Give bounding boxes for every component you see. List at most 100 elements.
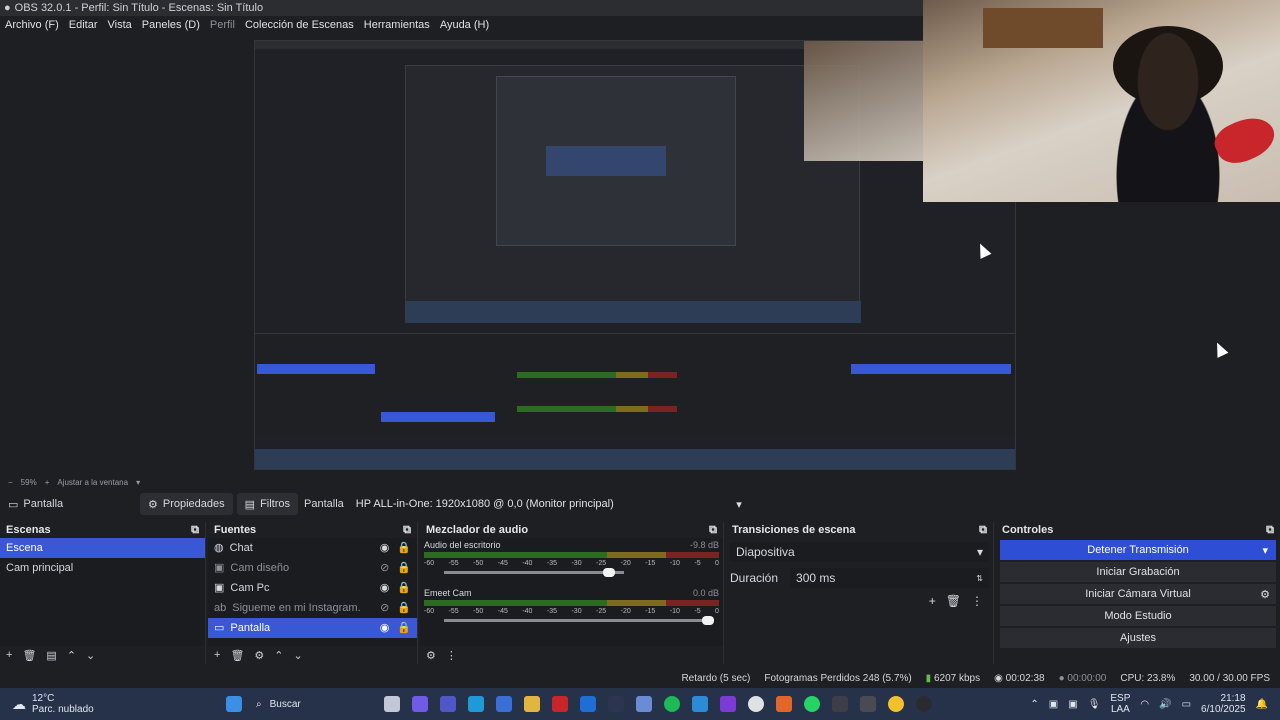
add-icon[interactable]: + [929, 594, 936, 608]
arrow-up-icon[interactable]: ⌃ [274, 649, 283, 662]
menu-file[interactable]: Archivo (F) [0, 16, 64, 34]
app-icon[interactable] [552, 696, 568, 712]
virtual-cam-button[interactable]: Iniciar Cámara Virtual ⚙ [1000, 584, 1276, 604]
settings-button[interactable]: Ajustes [1000, 628, 1276, 648]
dock-float-icon[interactable]: ⧉ [979, 522, 987, 538]
dock-float-icon[interactable]: ⧉ [709, 522, 717, 538]
monitor-select[interactable]: HP ALL-in-One: 1920x1080 @ 0,0 (Monitor … [349, 494, 748, 514]
eye-off-icon[interactable]: ⊘ [380, 558, 389, 578]
scene-item-cam-principal[interactable]: Cam principal [0, 558, 205, 578]
transition-select[interactable]: Diapositiva ▾ [730, 542, 989, 562]
menu-scene-collection[interactable]: Colección de Escenas [240, 16, 359, 34]
trash-icon[interactable]: 🗑 [22, 649, 36, 662]
start-recording-button[interactable]: Iniciar Grabación [1000, 562, 1276, 582]
volume-slider[interactable] [444, 568, 624, 577]
tray-app-icon[interactable]: ▣ [1049, 699, 1058, 710]
store-icon[interactable] [496, 696, 512, 712]
lock-icon[interactable]: 🔒 [397, 538, 411, 558]
taskbar-search[interactable]: ⌕ Buscar [248, 693, 378, 715]
teams-icon[interactable] [440, 696, 456, 712]
whatsapp-icon[interactable] [804, 696, 820, 712]
lock-icon[interactable]: 🔒 [397, 578, 411, 598]
lock-icon[interactable]: 🔒 [397, 598, 411, 618]
volume-icon[interactable]: 🔊 [1159, 699, 1171, 710]
dock-float-icon[interactable]: ⧉ [1266, 522, 1274, 538]
add-icon[interactable]: + [6, 649, 12, 661]
source-item-cam-pc[interactable]: ▣ Cam Pc ◉ 🔒 [208, 578, 417, 598]
source-item-chat[interactable]: ◍ Chat ◉ 🔒 [208, 538, 417, 558]
menu-docks[interactable]: Paneles (D) [137, 16, 205, 34]
app-icon-6[interactable] [832, 696, 848, 712]
zoom-fit-label[interactable]: Ajustar a la ventana [57, 478, 128, 487]
menu-view[interactable]: Vista [103, 16, 137, 34]
gear-icon[interactable]: ⚙ [254, 649, 264, 662]
dock-float-icon[interactable]: ⧉ [403, 522, 411, 538]
battery-icon[interactable]: ▭ [1182, 699, 1191, 710]
app-icon-4[interactable] [748, 696, 764, 712]
filter-icon[interactable]: ▤ [46, 649, 56, 662]
dock-float-icon[interactable]: ⧉ [191, 522, 199, 538]
trash-icon[interactable]: 🗑 [946, 594, 961, 608]
eye-icon[interactable]: ◉ [380, 538, 390, 558]
lightning-app-icon[interactable] [608, 696, 624, 712]
app-icon-5[interactable] [776, 696, 792, 712]
menu-profile[interactable]: Perfil [205, 16, 240, 34]
spinner-icon[interactable]: ⇅ [976, 574, 983, 583]
gear-icon[interactable]: ⚙ [1260, 588, 1270, 601]
lock-icon[interactable]: 🔒 [397, 618, 411, 638]
windows-start-icon[interactable] [226, 696, 242, 712]
wifi-icon[interactable]: ◠ [1140, 699, 1149, 710]
eye-icon[interactable]: ◉ [380, 578, 390, 598]
trash-icon[interactable]: 🗑 [230, 649, 244, 662]
chevron-down-icon[interactable]: ▾ [1262, 544, 1268, 557]
add-icon[interactable]: + [214, 649, 220, 661]
volume-slider[interactable] [444, 616, 714, 625]
preview-canvas[interactable] [254, 40, 1016, 470]
volume-knob[interactable] [702, 616, 714, 625]
lock-icon[interactable]: 🔒 [397, 558, 411, 578]
language-indicator[interactable]: ESP LAA [1110, 693, 1130, 715]
more-icon[interactable]: ⋮ [971, 594, 983, 608]
filters-button[interactable]: ▤ Filtros [236, 493, 299, 515]
stop-stream-button[interactable]: Detener Transmisión ▾ [1000, 540, 1276, 560]
copilot-icon[interactable] [412, 696, 428, 712]
file-explorer-icon[interactable] [524, 696, 540, 712]
eye-icon[interactable]: ◉ [380, 618, 390, 638]
menu-tools[interactable]: Herramientas [359, 16, 435, 34]
duration-input[interactable]: 300 ms ⇅ [790, 568, 989, 588]
scene-item-escena[interactable]: Escena [0, 538, 205, 558]
microphone-icon[interactable]: 🎙 [1088, 699, 1101, 710]
arrow-down-icon[interactable]: ⌄ [86, 649, 95, 662]
source-item-cam-diseno[interactable]: ▣ Cam diseño ⊘ 🔒 [208, 558, 417, 578]
source-item-instagram[interactable]: ab Sigueme en mi Instagram. ⊘ 🔒 [208, 598, 417, 618]
chevron-up-icon[interactable]: ⌃ [1030, 699, 1038, 710]
spotify-icon[interactable] [664, 696, 680, 712]
obs-taskbar-icon[interactable] [916, 696, 932, 712]
properties-button[interactable]: ⚙ Propiedades [140, 493, 233, 515]
more-icon[interactable]: ⋮ [446, 649, 457, 662]
weather-widget[interactable]: ☁ 12°C Parc. nublado [0, 693, 220, 715]
source-item-pantalla[interactable]: ▭ Pantalla ◉ 🔒 [208, 618, 417, 638]
app-icon-3[interactable] [692, 696, 708, 712]
chrome-icon[interactable] [888, 696, 904, 712]
edge-icon[interactable] [468, 696, 484, 712]
tray-app-icon[interactable]: ▣ [1068, 699, 1077, 710]
zoom-out-icon[interactable]: − [8, 478, 13, 487]
arrow-up-icon[interactable]: ⌃ [67, 649, 76, 662]
task-view-icon[interactable] [384, 696, 400, 712]
studio-mode-button[interactable]: Modo Estudio [1000, 606, 1276, 626]
arrow-down-icon[interactable]: ⌄ [294, 649, 303, 662]
outlook-icon[interactable] [580, 696, 596, 712]
clock[interactable]: 21:18 6/10/2025 [1201, 693, 1246, 715]
app-icon-2[interactable] [636, 696, 652, 712]
menu-help[interactable]: Ayuda (H) [435, 16, 494, 34]
menu-edit[interactable]: Editar [64, 16, 103, 34]
zoom-in-icon[interactable]: + [45, 478, 50, 487]
chevron-down-icon[interactable]: ▾ [136, 478, 140, 487]
volume-knob[interactable] [603, 568, 615, 577]
eye-off-icon[interactable]: ⊘ [380, 598, 389, 618]
settings-icon[interactable]: ⚙ [426, 649, 436, 662]
notification-icon[interactable]: 🔔 [1256, 699, 1268, 710]
twitch-icon[interactable] [720, 696, 736, 712]
app-icon-7[interactable] [860, 696, 876, 712]
